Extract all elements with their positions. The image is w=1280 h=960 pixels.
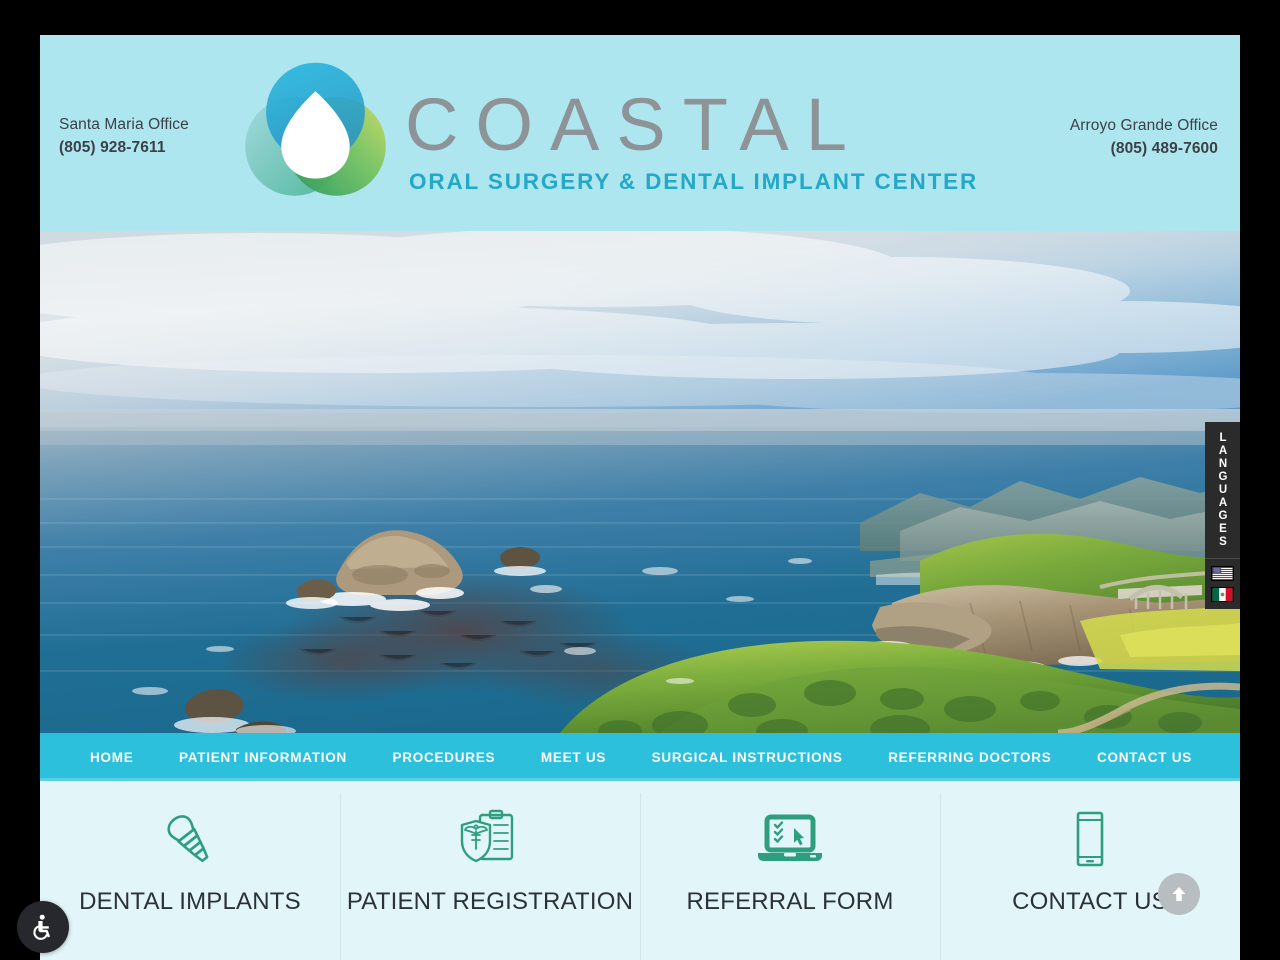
- quicklink-label: REFERRAL FORM: [686, 888, 894, 915]
- brand-wordmark[interactable]: COASTAL ORAL SURGERY & DENTAL IMPLANT CE…: [405, 85, 978, 195]
- smartphone-icon: [1065, 809, 1115, 871]
- nav-item-contact-us[interactable]: CONTACT US: [1095, 746, 1194, 769]
- accessibility-button[interactable]: [17, 901, 69, 953]
- quicklink-patient-registration[interactable]: PATIENT REGISTRATION: [340, 781, 640, 960]
- nav-item-referring-doctors[interactable]: REFERRING DOCTORS: [886, 746, 1053, 769]
- brand-tagline: ORAL SURGERY & DENTAL IMPLANT CENTER: [409, 168, 979, 194]
- languages-divider: [1205, 558, 1240, 559]
- office-phone[interactable]: (805) 489-7600: [1070, 137, 1218, 160]
- nav-item-home[interactable]: HOME: [88, 746, 136, 769]
- office-santa-maria: Santa Maria Office (805) 928-7611: [59, 113, 189, 160]
- quicklink-label: CONTACT US: [1012, 888, 1168, 915]
- hero-image: [40, 231, 1240, 733]
- nav-item-procedures[interactable]: PROCEDURES: [391, 746, 498, 769]
- office-phone[interactable]: (805) 928-7611: [59, 136, 189, 159]
- office-arroyo-grande: Arroyo Grande Office (805) 489-7600: [1070, 114, 1218, 161]
- logo-mark-icon[interactable]: [238, 57, 393, 209]
- mexico-flag-icon[interactable]: [1211, 587, 1234, 602]
- quicklink-label: DENTAL IMPLANTS: [79, 888, 301, 915]
- languages-widget[interactable]: LANGUAGES: [1205, 422, 1240, 609]
- quicklink-referral-form[interactable]: REFERRAL FORM: [640, 781, 940, 960]
- quicklinks-section: DENTAL IMPLANTS PATIENT REGISTRATION REF…: [40, 781, 1240, 960]
- quicklink-contact-us[interactable]: CONTACT US: [940, 781, 1240, 960]
- page-root: Santa Maria Office (805) 928-7611 COASTA…: [0, 0, 1280, 960]
- clipboard-shield-caduceus-icon: [454, 809, 526, 871]
- main-navigation: HOME PATIENT INFORMATION PROCEDURES MEET…: [40, 733, 1240, 781]
- nav-item-patient-information[interactable]: PATIENT INFORMATION: [177, 746, 349, 769]
- arrow-up-icon: [1172, 887, 1186, 901]
- dental-implant-icon: [151, 809, 229, 871]
- scroll-to-top-button[interactable]: [1158, 873, 1200, 915]
- site-header: Santa Maria Office (805) 928-7611 COASTA…: [40, 35, 1240, 231]
- nav-item-surgical-instructions[interactable]: SURGICAL INSTRUCTIONS: [650, 746, 845, 769]
- nav-item-meet-us[interactable]: MEET US: [539, 746, 608, 769]
- brand-name: COASTAL: [405, 83, 864, 166]
- website-container: Santa Maria Office (805) 928-7611 COASTA…: [40, 35, 1240, 960]
- office-label: Santa Maria Office: [59, 116, 189, 133]
- office-label: Arroyo Grande Office: [1069, 117, 1218, 134]
- quicklink-dental-implants[interactable]: DENTAL IMPLANTS: [40, 781, 340, 960]
- us-flag-icon[interactable]: [1211, 566, 1234, 581]
- wheelchair-icon: [33, 914, 50, 940]
- quicklink-label: PATIENT REGISTRATION: [346, 888, 634, 915]
- languages-label: LANGUAGES: [1217, 432, 1230, 549]
- laptop-checklist-icon: [750, 809, 830, 871]
